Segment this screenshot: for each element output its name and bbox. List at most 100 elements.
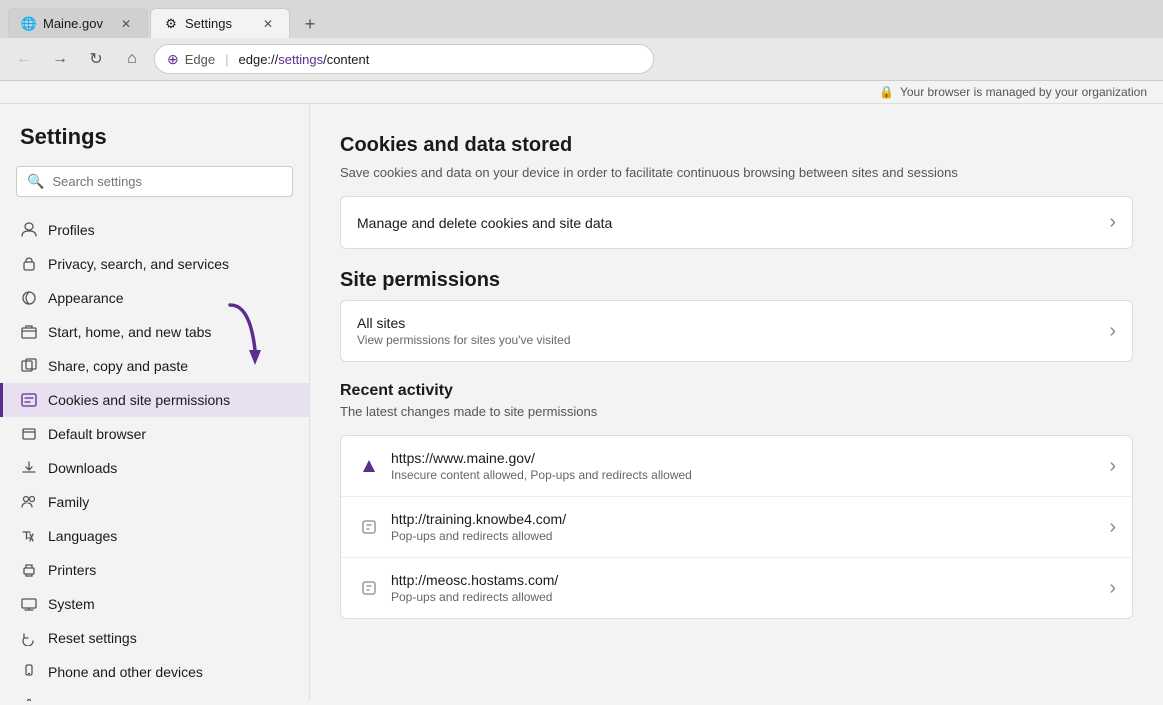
cookies-card: Manage and delete cookies and site data …: [340, 196, 1133, 249]
sidebar-item-start-home[interactable]: Start, home, and new tabs: [0, 315, 309, 349]
start-home-icon: [20, 323, 38, 341]
languages-icon: [20, 527, 38, 545]
forward-button[interactable]: →: [46, 45, 74, 73]
org-banner: 🔒 Your browser is managed by your organi…: [0, 81, 1163, 104]
home-button[interactable]: ⌂: [118, 45, 146, 73]
recent-activity-title: Recent activity: [340, 382, 1133, 400]
sidebar-item-cookies[interactable]: Cookies and site permissions: [0, 383, 309, 417]
knowbe4-row-content: http://training.knowbe4.com/ Pop-ups and…: [391, 511, 1109, 543]
sidebar-item-profiles[interactable]: Profiles: [0, 213, 309, 247]
sidebar-item-printers-label: Printers: [48, 562, 96, 578]
new-tab-button[interactable]: +: [296, 10, 324, 38]
all-sites-title: All sites: [357, 315, 1109, 331]
reset-icon: [20, 629, 38, 647]
sidebar-item-reset-label: Reset settings: [48, 630, 137, 646]
knowbe4-favicon-icon: [357, 515, 381, 539]
tab-bar: 🌐 Maine.gov ✕ ⚙ Settings ✕ +: [0, 0, 1163, 38]
sidebar-item-printers[interactable]: Printers: [0, 553, 309, 587]
sidebar-item-cookies-label: Cookies and site permissions: [48, 392, 230, 408]
hostams-row-content: http://meosc.hostams.com/ Pop-ups and re…: [391, 572, 1109, 604]
sidebar-item-appearance-label: Appearance: [48, 290, 124, 306]
address-bar: ← → ↻ ⌂ ⊕ Edge | edge://settings/content: [0, 38, 1163, 80]
sidebar-item-privacy[interactable]: Privacy, search, and services: [0, 247, 309, 281]
sidebar-item-languages[interactable]: Languages: [0, 519, 309, 553]
all-sites-chevron: ›: [1109, 320, 1116, 343]
sidebar-item-reset[interactable]: Reset settings: [0, 621, 309, 655]
sidebar-item-start-home-label: Start, home, and new tabs: [48, 324, 211, 340]
refresh-button[interactable]: ↻: [82, 45, 110, 73]
maine-url: https://www.maine.gov/: [391, 450, 1109, 466]
tab-settings[interactable]: ⚙ Settings ✕: [150, 8, 290, 38]
hostams-favicon-icon: [357, 576, 381, 600]
all-sites-row[interactable]: All sites View permissions for sites you…: [341, 301, 1132, 361]
sidebar-item-accessibility[interactable]: Accessibility: [0, 689, 309, 701]
sidebar-item-default-browser[interactable]: Default browser: [0, 417, 309, 451]
hostams-desc: Pop-ups and redirects allowed: [391, 590, 1109, 604]
accessibility-icon: [20, 697, 38, 701]
manage-cookies-chevron: ›: [1109, 211, 1116, 234]
manage-cookies-content: Manage and delete cookies and site data: [357, 215, 1109, 231]
address-prefix: Edge: [185, 52, 215, 67]
sidebar-item-downloads[interactable]: Downloads: [0, 451, 309, 485]
knowbe4-chevron: ›: [1109, 516, 1116, 539]
tab-maine-favicon: 🌐: [21, 16, 37, 32]
cookies-icon: [20, 391, 38, 409]
maine-desc: Insecure content allowed, Pop-ups and re…: [391, 468, 1109, 482]
maine-row-content: https://www.maine.gov/ Insecure content …: [391, 450, 1109, 482]
tab-settings-favicon: ⚙: [163, 16, 179, 32]
sidebar-item-phone-label: Phone and other devices: [48, 664, 203, 680]
sidebar-item-family[interactable]: Family: [0, 485, 309, 519]
tab-maine-close[interactable]: ✕: [117, 15, 135, 33]
sidebar-item-profiles-label: Profiles: [48, 222, 95, 238]
permissions-card: All sites View permissions for sites you…: [340, 300, 1133, 362]
hostams-url: http://meosc.hostams.com/: [391, 572, 1109, 588]
lock-icon: 🔒: [879, 85, 894, 99]
downloads-icon: [20, 459, 38, 477]
sidebar-item-downloads-label: Downloads: [48, 460, 117, 476]
maine-chevron: ›: [1109, 455, 1116, 478]
default-browser-icon: [20, 425, 38, 443]
all-sites-desc: View permissions for sites you've visite…: [357, 333, 1109, 347]
tab-settings-label: Settings: [185, 16, 253, 31]
sidebar: Settings 🔍 Profiles Privacy, search, and…: [0, 104, 310, 701]
manage-cookies-title: Manage and delete cookies and site data: [357, 215, 1109, 231]
search-input[interactable]: [52, 174, 282, 189]
cookies-section-desc: Save cookies and data on your device in …: [340, 165, 1133, 180]
sidebar-item-privacy-label: Privacy, search, and services: [48, 256, 229, 272]
site-row-knowbe4[interactable]: http://training.knowbe4.com/ Pop-ups and…: [341, 497, 1132, 558]
search-box[interactable]: 🔍: [16, 166, 293, 197]
recent-activity-card: https://www.maine.gov/ Insecure content …: [340, 435, 1133, 619]
family-icon: [20, 493, 38, 511]
manage-cookies-row[interactable]: Manage and delete cookies and site data …: [341, 197, 1132, 248]
system-icon: [20, 595, 38, 613]
cookies-section-title: Cookies and data stored: [340, 134, 1133, 157]
sidebar-title: Settings: [0, 124, 309, 166]
cookies-section: Cookies and data stored Save cookies and…: [340, 134, 1133, 249]
address-separator: |: [225, 52, 228, 67]
sidebar-item-appearance[interactable]: Appearance: [0, 281, 309, 315]
printers-icon: [20, 561, 38, 579]
sidebar-item-system[interactable]: System: [0, 587, 309, 621]
tab-settings-close[interactable]: ✕: [259, 15, 277, 33]
edge-icon: ⊕: [167, 51, 179, 68]
phone-icon: [20, 663, 38, 681]
recent-activity-desc: The latest changes made to site permissi…: [340, 404, 1133, 419]
sidebar-item-phone[interactable]: Phone and other devices: [0, 655, 309, 689]
main-layout: Settings 🔍 Profiles Privacy, search, and…: [0, 104, 1163, 701]
org-banner-text: Your browser is managed by your organiza…: [900, 85, 1147, 99]
tab-maine[interactable]: 🌐 Maine.gov ✕: [8, 8, 148, 38]
permissions-section-title: Site permissions: [340, 269, 1133, 292]
sidebar-item-share-copy[interactable]: Share, copy and paste: [0, 349, 309, 383]
sidebar-item-system-label: System: [48, 596, 95, 612]
knowbe4-url: http://training.knowbe4.com/: [391, 511, 1109, 527]
site-row-maine[interactable]: https://www.maine.gov/ Insecure content …: [341, 436, 1132, 497]
tab-maine-label: Maine.gov: [43, 16, 111, 31]
recent-activity-section: Recent activity The latest changes made …: [340, 382, 1133, 619]
address-input[interactable]: ⊕ Edge | edge://settings/content: [154, 44, 654, 74]
address-text: edge://settings/content: [239, 52, 370, 67]
back-button[interactable]: ←: [10, 45, 38, 73]
privacy-icon: [20, 255, 38, 273]
sidebar-item-share-copy-label: Share, copy and paste: [48, 358, 188, 374]
site-row-hostams[interactable]: http://meosc.hostams.com/ Pop-ups and re…: [341, 558, 1132, 618]
appearance-icon: [20, 289, 38, 307]
